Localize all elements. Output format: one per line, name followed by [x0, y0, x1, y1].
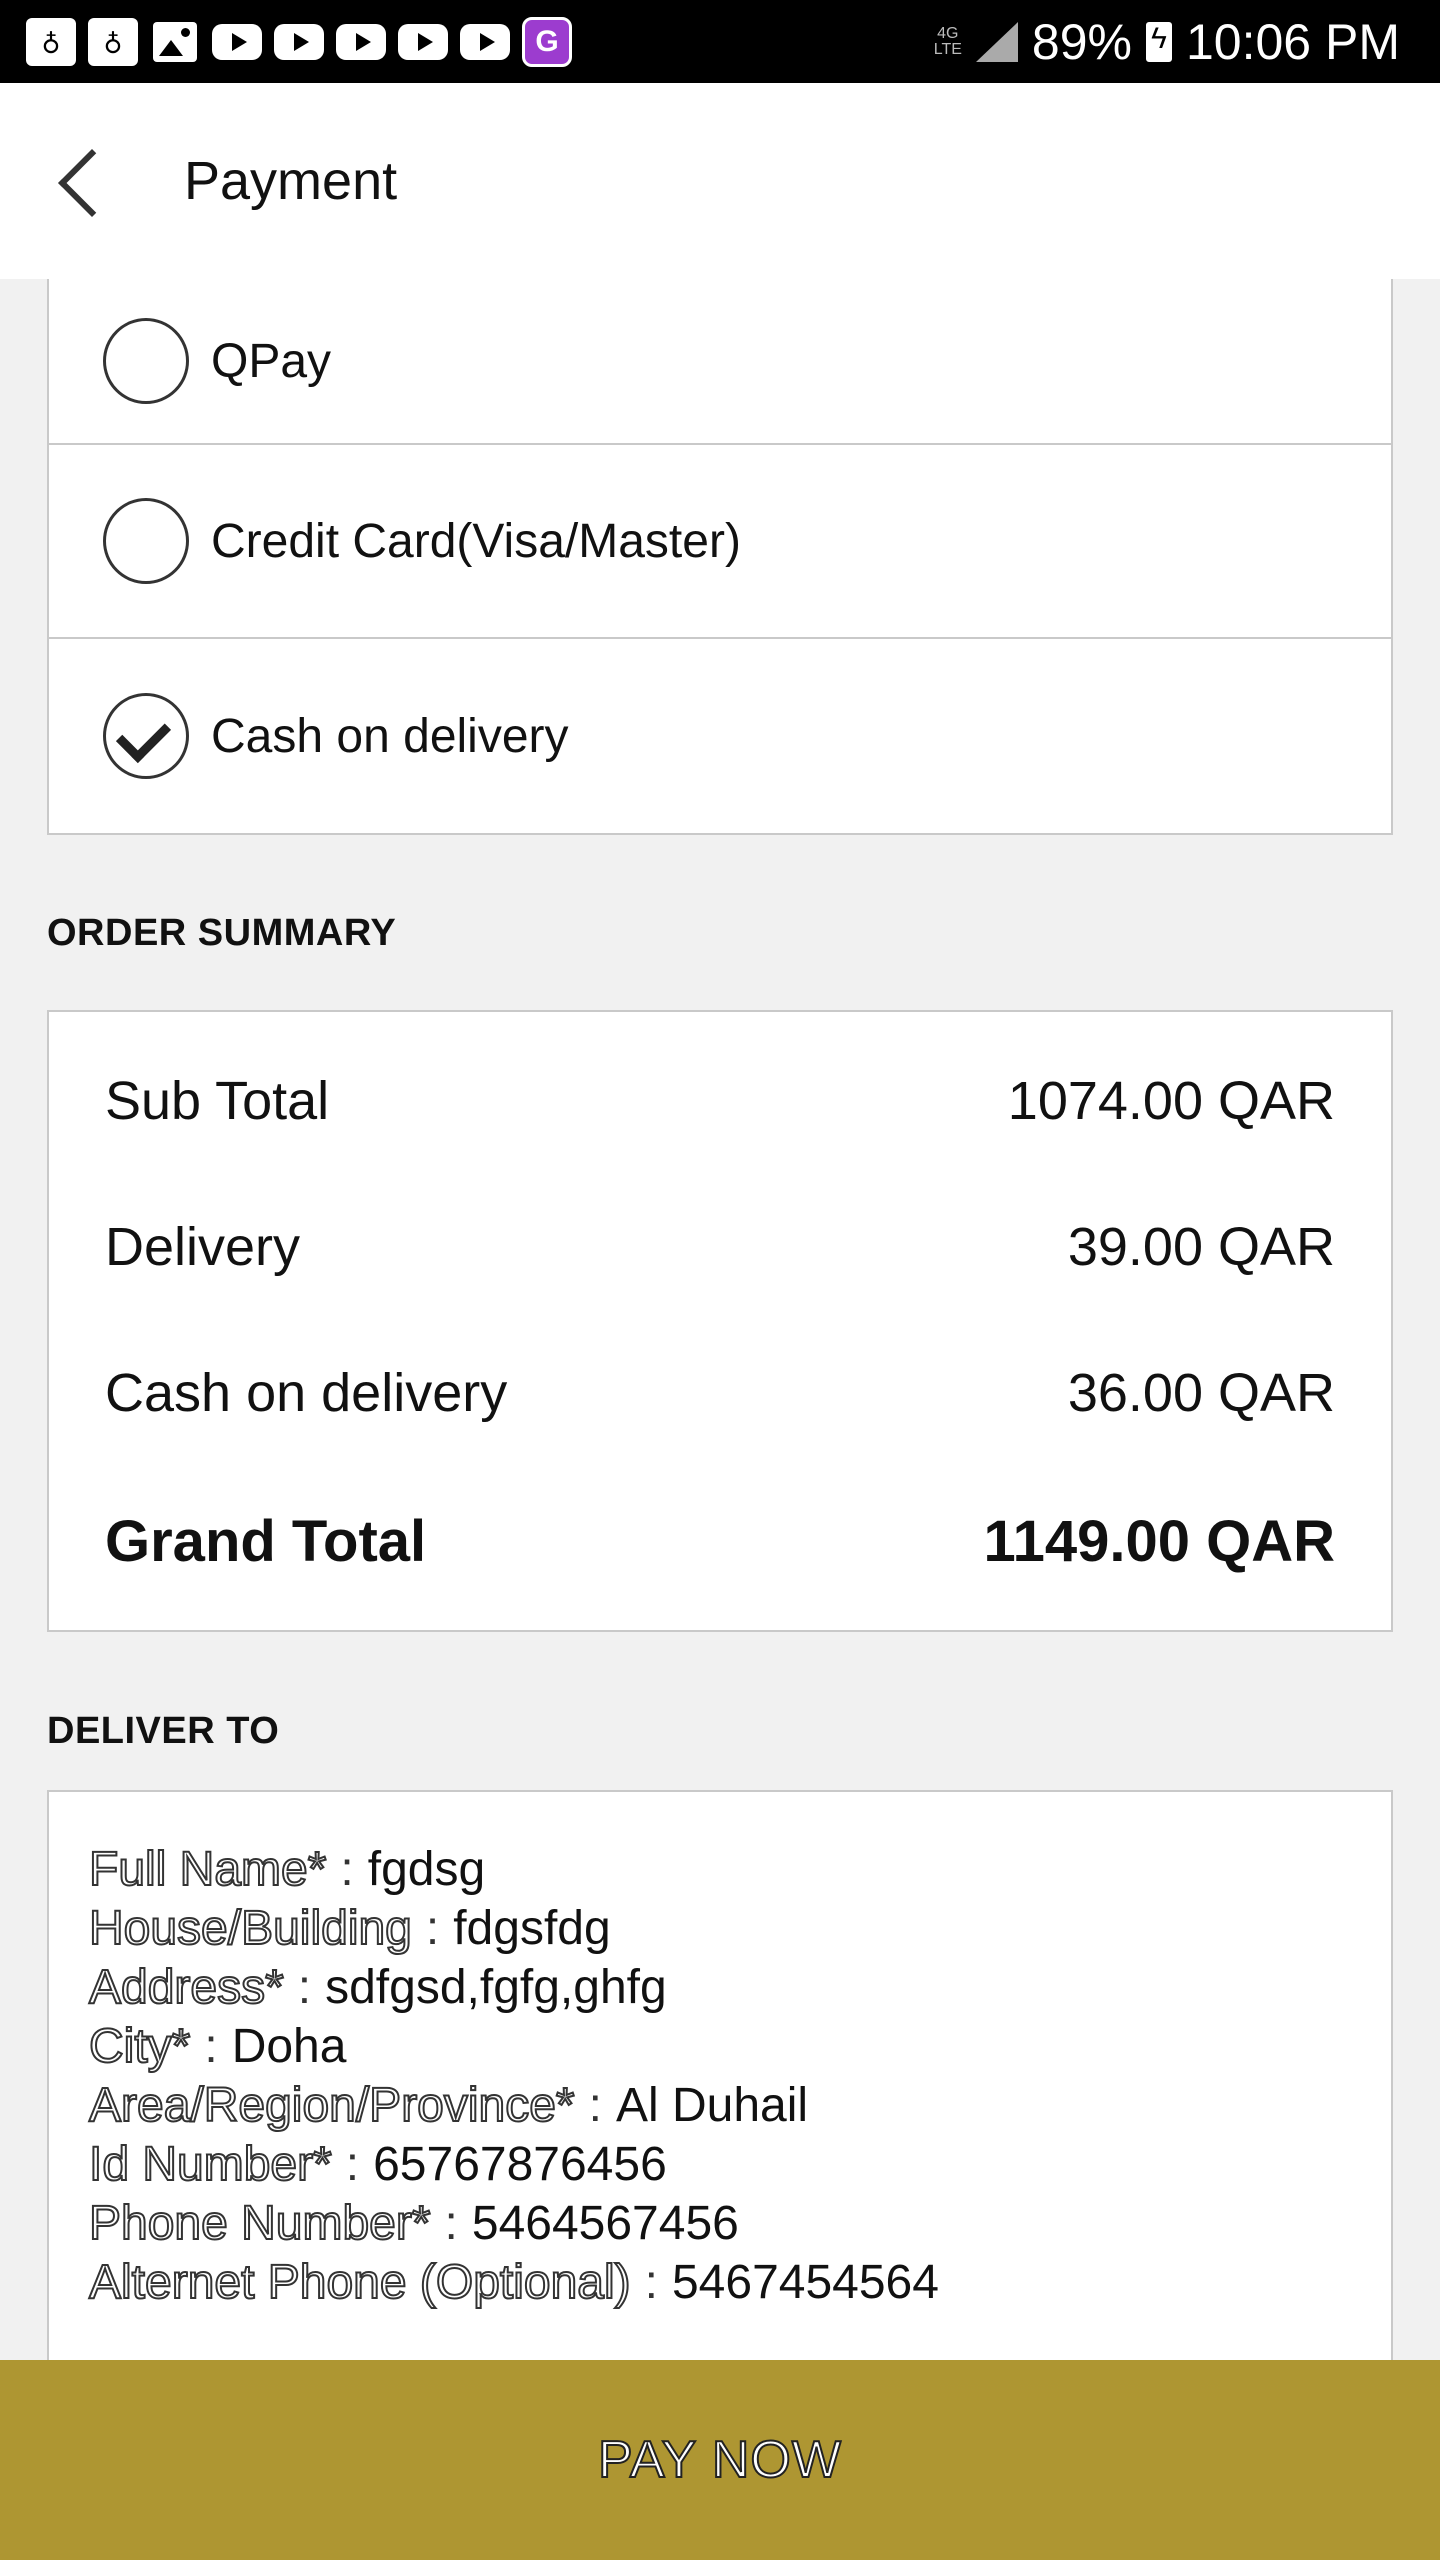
- payment-method-list: QPay Credit Card(Visa/Master) Cash on de…: [47, 279, 1393, 835]
- address-field-address: Address*: sdfgsd,fgfg,ghfg: [88, 1958, 1391, 2017]
- address-field-city: City*: Doha: [88, 2017, 1391, 2076]
- youtube-icon: [398, 18, 448, 66]
- pay-now-button[interactable]: PAY NOW: [0, 2360, 1440, 2560]
- address-separator: :: [588, 2079, 602, 2132]
- address-key: House/Building: [88, 1901, 413, 1956]
- summary-row-cod-fee: Cash on delivery 36.00 QAR: [105, 1362, 1335, 1424]
- notification-icons: ♁ ♁ G: [0, 16, 572, 67]
- address-separator: :: [204, 2020, 218, 2073]
- radio-unchecked-icon[interactable]: [103, 318, 189, 404]
- app-icon: ♁: [26, 17, 76, 66]
- radio-checked-icon[interactable]: [103, 693, 189, 779]
- pay-now-label: PAY NOW: [597, 2430, 842, 2490]
- address-field-phone: Phone Number*:5464567456: [88, 2194, 1391, 2253]
- address-field-id-number: Id Number*:65767876456: [88, 2135, 1391, 2194]
- summary-value: 36.00 QAR: [1067, 1363, 1335, 1423]
- address-key: Id Number*: [88, 2137, 333, 2192]
- payment-option-label: QPay: [211, 334, 332, 388]
- payment-option-label: Cash on delivery: [211, 709, 569, 763]
- address-key: City*: [88, 2019, 191, 2074]
- summary-value: 1074.00 QAR: [1007, 1071, 1335, 1131]
- summary-row-grand-total: Grand Total 1149.00 QAR: [105, 1508, 1335, 1575]
- address-value: 5464567456: [471, 2197, 739, 2250]
- address-value: fdgsfdg: [453, 1902, 611, 1955]
- page-title: Payment: [184, 151, 398, 211]
- address-separator: :: [340, 1843, 354, 1896]
- address-separator: :: [444, 2197, 458, 2250]
- address-separator: :: [297, 1961, 312, 2014]
- address-field-alternate-phone: Alternet Phone (Optional):5467454564: [88, 2253, 1391, 2312]
- address-field-area: Area/Region/Province*: Al Duhail: [88, 2076, 1391, 2135]
- address-value: fgdsg: [367, 1843, 486, 1896]
- address-value: sdfgsd,fgfg,ghfg: [325, 1961, 667, 2014]
- summary-row-delivery: Delivery 39.00 QAR: [105, 1216, 1335, 1278]
- summary-row-subtotal: Sub Total 1074.00 QAR: [105, 1070, 1335, 1132]
- address-key: Address*: [88, 1960, 285, 2015]
- summary-label: Delivery: [105, 1217, 301, 1277]
- address-field-house: House/Building: fdgsfdg: [88, 1899, 1391, 1958]
- payment-option-cash-on-delivery[interactable]: Cash on delivery: [49, 639, 1391, 833]
- address-key: Full Name*: [88, 1842, 327, 1897]
- address-field-full-name: Full Name*: fgdsg: [88, 1840, 1391, 1899]
- address-value: 5467454564: [671, 2256, 939, 2309]
- address-separator: :: [345, 2138, 360, 2191]
- address-key: Area/Region/Province*: [88, 2078, 576, 2133]
- clock: 10:06 PM: [1185, 13, 1400, 70]
- status-bar: ♁ ♁ G 4GLTE 89% 10:06 PM: [0, 0, 1440, 83]
- radio-unchecked-icon[interactable]: [103, 498, 189, 584]
- grand-total-label: Grand Total: [105, 1509, 427, 1574]
- g-app-icon: G: [522, 16, 572, 67]
- deliver-to-heading: DELIVER TO: [47, 1710, 280, 1752]
- payment-option-qpay[interactable]: QPay: [49, 279, 1391, 445]
- summary-label: Sub Total: [105, 1071, 330, 1131]
- address-value: Doha: [231, 2020, 347, 2073]
- address-value: 65767876456: [373, 2138, 667, 2191]
- summary-value: 39.00 QAR: [1067, 1217, 1335, 1277]
- address-separator: :: [644, 2256, 658, 2309]
- delivery-address-card: Full Name*: fgdsg House/Building: fdgsfdg …: [47, 1790, 1393, 2430]
- payment-option-label: Credit Card(Visa/Master): [211, 514, 741, 568]
- order-summary-card: Sub Total 1074.00 QAR Delivery 39.00 QAR…: [47, 1010, 1393, 1632]
- grand-total-value: 1149.00 QAR: [983, 1509, 1335, 1574]
- summary-label: Cash on delivery: [105, 1363, 508, 1423]
- back-arrow-icon[interactable]: [50, 141, 110, 221]
- app-bar: Payment: [0, 83, 1440, 279]
- order-summary-heading: ORDER SUMMARY: [47, 912, 397, 954]
- address-key: Phone Number*: [88, 2196, 432, 2251]
- battery-level: 89%: [1031, 13, 1132, 70]
- address-key: Alternet Phone (Optional): [88, 2255, 632, 2310]
- address-value: Al Duhail: [615, 2079, 809, 2132]
- battery-charging-icon: [1145, 21, 1172, 62]
- signal-icon: [975, 21, 1018, 62]
- image-icon: [150, 18, 200, 66]
- payment-option-credit-card[interactable]: Credit Card(Visa/Master): [49, 445, 1391, 639]
- youtube-icon: [212, 18, 262, 66]
- network-icon: 4G LTE: [933, 24, 962, 58]
- youtube-icon: [336, 18, 386, 66]
- youtube-icon: [460, 18, 510, 66]
- app-icon: ♁: [88, 17, 138, 66]
- address-separator: :: [425, 1902, 440, 1955]
- youtube-icon: [274, 18, 324, 66]
